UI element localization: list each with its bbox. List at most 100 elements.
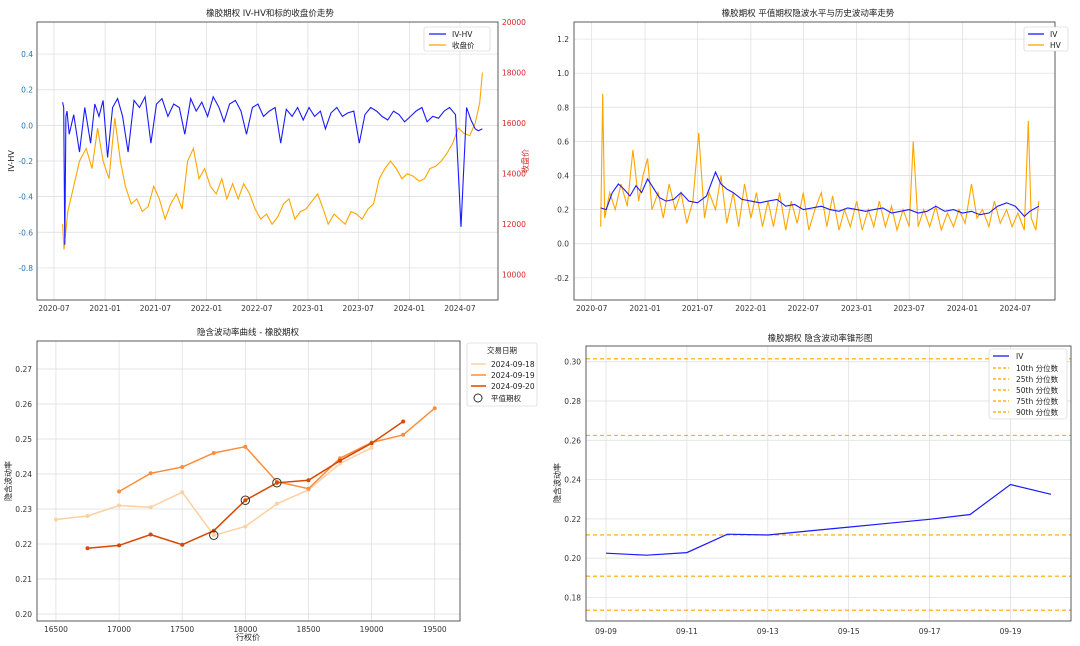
x-tick-label: 2024-01 bbox=[394, 304, 426, 313]
chart2-title: 橡胶期权 平值期权隐波水平与历史波动率走势 bbox=[722, 8, 895, 19]
x-tick-label: 2022-01 bbox=[735, 304, 767, 313]
legend-label-q90: 90th 分位数 bbox=[1016, 407, 1059, 417]
x-tick-label: 2020-07 bbox=[38, 304, 70, 313]
x-tick-label: 09-17 bbox=[919, 627, 941, 636]
chart-iv-smile: 隐含波动率曲线 - 橡胶期权 16500 17000 17500 18000 18500… bbox=[3, 327, 538, 642]
y-tick-label: 1.0 bbox=[557, 69, 569, 78]
chart3-xlabel: 行权价 bbox=[236, 632, 260, 642]
y-tick-label: 0.24 bbox=[564, 476, 581, 485]
series-iv-hv-line bbox=[62, 94, 483, 245]
chart1-title: 橡胶期权 IV-HV和标的收盘价走势 bbox=[206, 8, 334, 19]
series-point-2024-09-20 bbox=[180, 542, 185, 547]
y-tick-label: -0.8 bbox=[18, 264, 33, 273]
series-point-2024-09-20 bbox=[306, 478, 311, 483]
y-tick-label: 0.0 bbox=[21, 121, 33, 130]
chart1-y2label: 收盘价 bbox=[520, 149, 530, 173]
x-tick-label: 2024-01 bbox=[947, 304, 979, 313]
x-tick-label: 2022-01 bbox=[191, 304, 223, 313]
series-line-2024-09-18 bbox=[55, 447, 372, 537]
x-tick-label: 19000 bbox=[360, 625, 384, 634]
x-tick-label: 2021-07 bbox=[140, 304, 172, 313]
legend-label-q25: 25th 分位数 bbox=[1016, 374, 1059, 384]
series-point-2024-09-19 bbox=[148, 471, 153, 476]
y-tick-label: 0.26 bbox=[564, 436, 581, 445]
chart3-title: 隐含波动率曲线 - 橡胶期权 bbox=[197, 327, 299, 338]
y-tick-label: 0.4 bbox=[557, 171, 569, 180]
chart4-legend: IV 10th 分位数 25th 分位数 50th 分位数 75th 分位数 9… bbox=[988, 348, 1068, 420]
x-tick-label: 09-11 bbox=[676, 627, 698, 636]
series-point-2024-09-18 bbox=[274, 501, 279, 506]
legend-label-iv: IV bbox=[1050, 30, 1058, 39]
y-tick-label: -0.2 bbox=[554, 274, 569, 283]
x-tick-label: 09-09 bbox=[595, 627, 617, 636]
series-point-2024-09-20 bbox=[117, 543, 122, 548]
y-tick-label: 0.2 bbox=[557, 206, 569, 215]
x-tick-label: 09-19 bbox=[1000, 627, 1022, 636]
x-tick-label: 18500 bbox=[297, 625, 321, 634]
chart3-legend: 交易日期 2024-09-18 2024-09-19 2024-09-20 平值… bbox=[466, 342, 538, 407]
x-tick-label: 2023-01 bbox=[292, 304, 324, 313]
y-tick-label: 0.20 bbox=[15, 610, 32, 619]
x-tick-label: 09-15 bbox=[838, 627, 860, 636]
legend-label-q10: 10th 分位数 bbox=[1016, 363, 1059, 373]
series-point-2024-09-20 bbox=[369, 441, 374, 446]
y-tick-label: 0.20 bbox=[564, 554, 581, 563]
y-tick-label: 0.25 bbox=[15, 435, 32, 444]
series-point-2024-09-19 bbox=[180, 465, 185, 469]
x-tick-label: 16500 bbox=[44, 625, 68, 634]
chart4-title: 橡胶期权 隐含波动率锥形图 bbox=[768, 333, 873, 344]
series-point-2024-09-18 bbox=[85, 514, 90, 518]
series-point-2024-09-18 bbox=[117, 503, 122, 508]
y2-tick-label: 10000 bbox=[502, 271, 526, 280]
x-tick-label: 09-13 bbox=[757, 627, 779, 636]
legend-title: 交易日期 bbox=[487, 345, 517, 355]
chart-iv-hv-close: 橡胶期权 IV-HV和标的收盘价走势 2020-07 2021-01 2021-07… bbox=[7, 8, 530, 313]
series-point-2024-09-19 bbox=[306, 486, 311, 491]
chart2-frame bbox=[573, 21, 1056, 301]
series-point-2024-09-20 bbox=[148, 532, 153, 537]
series-point-2024-09-19 bbox=[211, 451, 216, 455]
legend-label-iv-hv: IV-HV bbox=[452, 30, 473, 39]
y-tick-label: 0.8 bbox=[557, 103, 569, 112]
series-point-2024-09-20 bbox=[401, 419, 406, 424]
legend-label-0920: 2024-09-20 bbox=[491, 382, 535, 391]
x-tick-label: 19500 bbox=[423, 625, 447, 634]
series-point-2024-09-20 bbox=[338, 458, 343, 463]
x-tick-label: 2022-07 bbox=[241, 304, 273, 313]
y-tick-label: 0.23 bbox=[15, 505, 32, 514]
series-point-2024-09-18 bbox=[148, 505, 153, 510]
y2-tick-label: 20000 bbox=[502, 18, 526, 27]
y-tick-label: 1.2 bbox=[557, 35, 569, 44]
y-tick-label: -0.4 bbox=[18, 193, 33, 202]
series-point-2024-09-19 bbox=[432, 406, 437, 411]
chart-iv-hv-levels: 橡胶期权 平值期权隐波水平与历史波动率走势 2020-07 2021-01 2021… bbox=[554, 8, 1069, 313]
y-tick-label: 0.22 bbox=[564, 515, 581, 524]
series-point-2024-09-20 bbox=[243, 498, 248, 503]
x-tick-label: 2022-07 bbox=[788, 304, 820, 313]
y-tick-label: 0.6 bbox=[557, 137, 569, 146]
y-tick-label: 0.24 bbox=[15, 470, 32, 479]
y-tick-label: -0.2 bbox=[18, 157, 33, 166]
chart2-legend: IV HV bbox=[1023, 26, 1069, 52]
series-point-2024-09-18 bbox=[53, 517, 58, 522]
y2-tick-label: 12000 bbox=[502, 220, 526, 229]
legend-label-hv: HV bbox=[1050, 41, 1062, 50]
x-tick-label: 2023-07 bbox=[893, 304, 925, 313]
chart1-ylabel: IV-HV bbox=[7, 150, 16, 172]
x-tick-label: 2023-01 bbox=[841, 304, 873, 313]
x-tick-label: 2024-07 bbox=[1000, 304, 1032, 313]
legend-label-iv: IV bbox=[1016, 352, 1024, 361]
y2-tick-label: 16000 bbox=[502, 119, 526, 128]
y-tick-label: 0.18 bbox=[564, 593, 581, 602]
legend-label-0918: 2024-09-18 bbox=[491, 360, 535, 369]
y2-tick-label: 18000 bbox=[502, 69, 526, 78]
series-point-2024-09-19 bbox=[401, 432, 406, 437]
series-point-2024-09-18 bbox=[180, 490, 185, 495]
chart4-ylabel: 隐含波动率 bbox=[552, 463, 562, 503]
series-point-2024-09-20 bbox=[274, 480, 279, 485]
y-tick-label: 0.28 bbox=[564, 397, 581, 406]
legend-label-q50: 50th 分位数 bbox=[1016, 385, 1059, 395]
x-tick-label: 17000 bbox=[107, 625, 131, 634]
x-tick-label: 2021-01 bbox=[629, 304, 661, 313]
series-iv-line bbox=[605, 483, 1052, 556]
